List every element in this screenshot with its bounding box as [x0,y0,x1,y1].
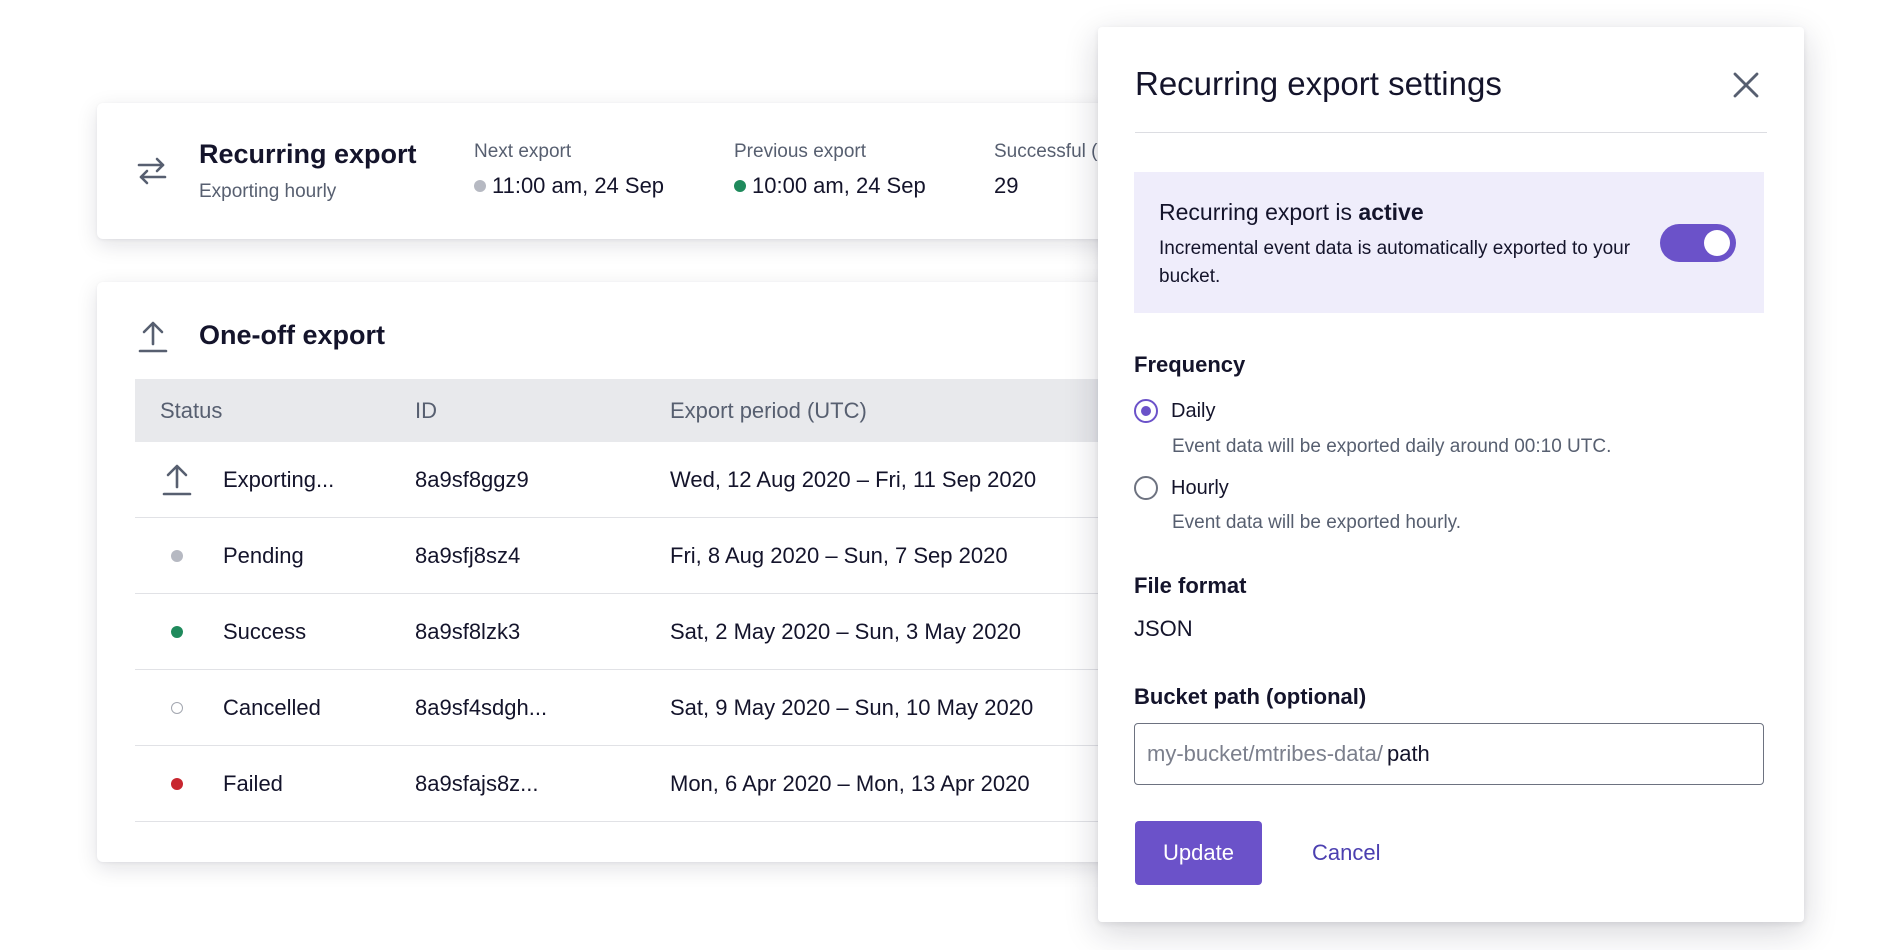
active-status-state: active [1358,199,1424,225]
bucket-path-input[interactable]: my-bucket/mtribes-data/ path [1134,723,1764,785]
row-period: Mon, 6 Apr 2020 – Mon, 13 Apr 2020 [670,771,1030,796]
active-status-prefix: Recurring export is [1159,199,1359,225]
stat-value: 10:00 am, 24 Sep [752,173,926,198]
red-dot-icon [171,778,183,790]
cancel-button[interactable]: Cancel [1312,821,1380,885]
recurring-export-subtitle: Exporting hourly [199,181,337,202]
successful-stat: Successful (3 29 [994,141,1108,199]
row-status: Failed [223,771,283,796]
upload-icon [138,321,168,353]
stat-label: Successful (3 [994,141,1109,162]
panel-divider [1135,132,1767,133]
update-button[interactable]: Update [1135,821,1262,885]
active-status-description: Incremental event data is automatically … [1159,238,1631,287]
panel-title: Recurring export settings [1135,65,1502,102]
bucket-path-value[interactable]: path [1387,741,1430,767]
upload-icon [162,464,192,496]
row-id: 8a9sf8ggz9 [415,467,529,492]
repeat-icon [137,157,167,185]
hourly-radio[interactable] [1134,476,1158,500]
next-export-stat: Next export 11:00 am, 24 Sep [474,141,664,199]
bucket-path-prefix: my-bucket/mtribes-data/ [1147,741,1383,766]
frequency-hourly-option[interactable]: Hourly [1134,476,1229,500]
frequency-label: Frequency [1134,352,1246,377]
bucket-path-label: Bucket path (optional) [1134,684,1367,709]
table-row[interactable]: Pending 8a9sfj8sz4 Fri, 8 Aug 2020 – Sun… [135,518,1197,594]
stat-label: Next export [474,141,572,162]
row-id: 8a9sf4sdgh... [415,695,548,720]
row-id: 8a9sfj8sz4 [415,543,521,568]
hourly-radio-label: Hourly [1171,476,1229,499]
hourly-description: Event data will be exported hourly. [1172,512,1462,533]
column-header-status[interactable]: Status [160,398,222,424]
stat-label: Previous export [734,141,867,162]
recurring-export-title: Recurring export [199,139,417,169]
row-period: Sat, 9 May 2020 – Sun, 10 May 2020 [670,695,1034,720]
column-header-period[interactable]: Export period (UTC) [670,398,867,424]
recurring-export-card: Recurring export Exporting hourly Next e… [97,103,1197,239]
recurring-export-toggle[interactable] [1660,224,1736,262]
row-status: Cancelled [223,695,321,720]
green-dot-icon [171,626,183,638]
grey-dot-icon [474,180,486,192]
one-off-export-title: One-off export [199,320,385,350]
stat-value: 29 [994,173,1019,198]
row-period: Fri, 8 Aug 2020 – Sun, 7 Sep 2020 [670,543,1008,568]
exports-table: Status ID Export period (UTC) Exporting.… [135,379,1197,822]
row-status: Exporting... [223,467,335,492]
frequency-daily-option[interactable]: Daily [1134,399,1215,423]
table-row[interactable]: Exporting... 8a9sf8ggz9 Wed, 12 Aug 2020… [135,442,1197,518]
file-format-value: JSON [1134,616,1193,641]
column-header-id[interactable]: ID [415,398,437,424]
daily-radio[interactable] [1134,399,1158,423]
row-period: Sat, 2 May 2020 – Sun, 3 May 2020 [670,619,1022,644]
stat-value: 11:00 am, 24 Sep [492,173,665,198]
close-icon[interactable] [1728,67,1764,103]
row-status: Pending [223,543,304,568]
table-row[interactable]: Success 8a9sf8lzk3 Sat, 2 May 2020 – Sun… [135,594,1197,670]
active-status-box: Recurring export is active Incremental e… [1134,172,1764,313]
row-status: Success [223,619,307,644]
previous-export-stat: Previous export 10:00 am, 24 Sep [734,141,926,199]
hollow-dot-icon [171,702,183,714]
grey-dot-icon [171,550,183,562]
row-period: Wed, 12 Aug 2020 – Fri, 11 Sep 2020 [670,467,1037,492]
one-off-export-card: One-off export Status ID Export period (… [97,282,1197,862]
toggle-knob [1704,230,1730,256]
recurring-export-settings-panel: Recurring export settings Recurring expo… [1098,27,1804,922]
green-dot-icon [734,180,746,192]
file-format-label: File format [1134,573,1247,598]
table-row[interactable]: Failed 8a9sfajs8z... Mon, 6 Apr 2020 – M… [135,746,1197,822]
active-status-title: Recurring export is active [1159,199,1424,226]
row-id: 8a9sf8lzk3 [415,619,521,644]
table-header: Status ID Export period (UTC) [135,379,1197,442]
daily-description: Event data will be exported daily around… [1172,436,1612,457]
daily-radio-label: Daily [1171,399,1216,422]
row-id: 8a9sfajs8z... [415,771,539,796]
table-row[interactable]: Cancelled 8a9sf4sdgh... Sat, 9 May 2020 … [135,670,1197,746]
